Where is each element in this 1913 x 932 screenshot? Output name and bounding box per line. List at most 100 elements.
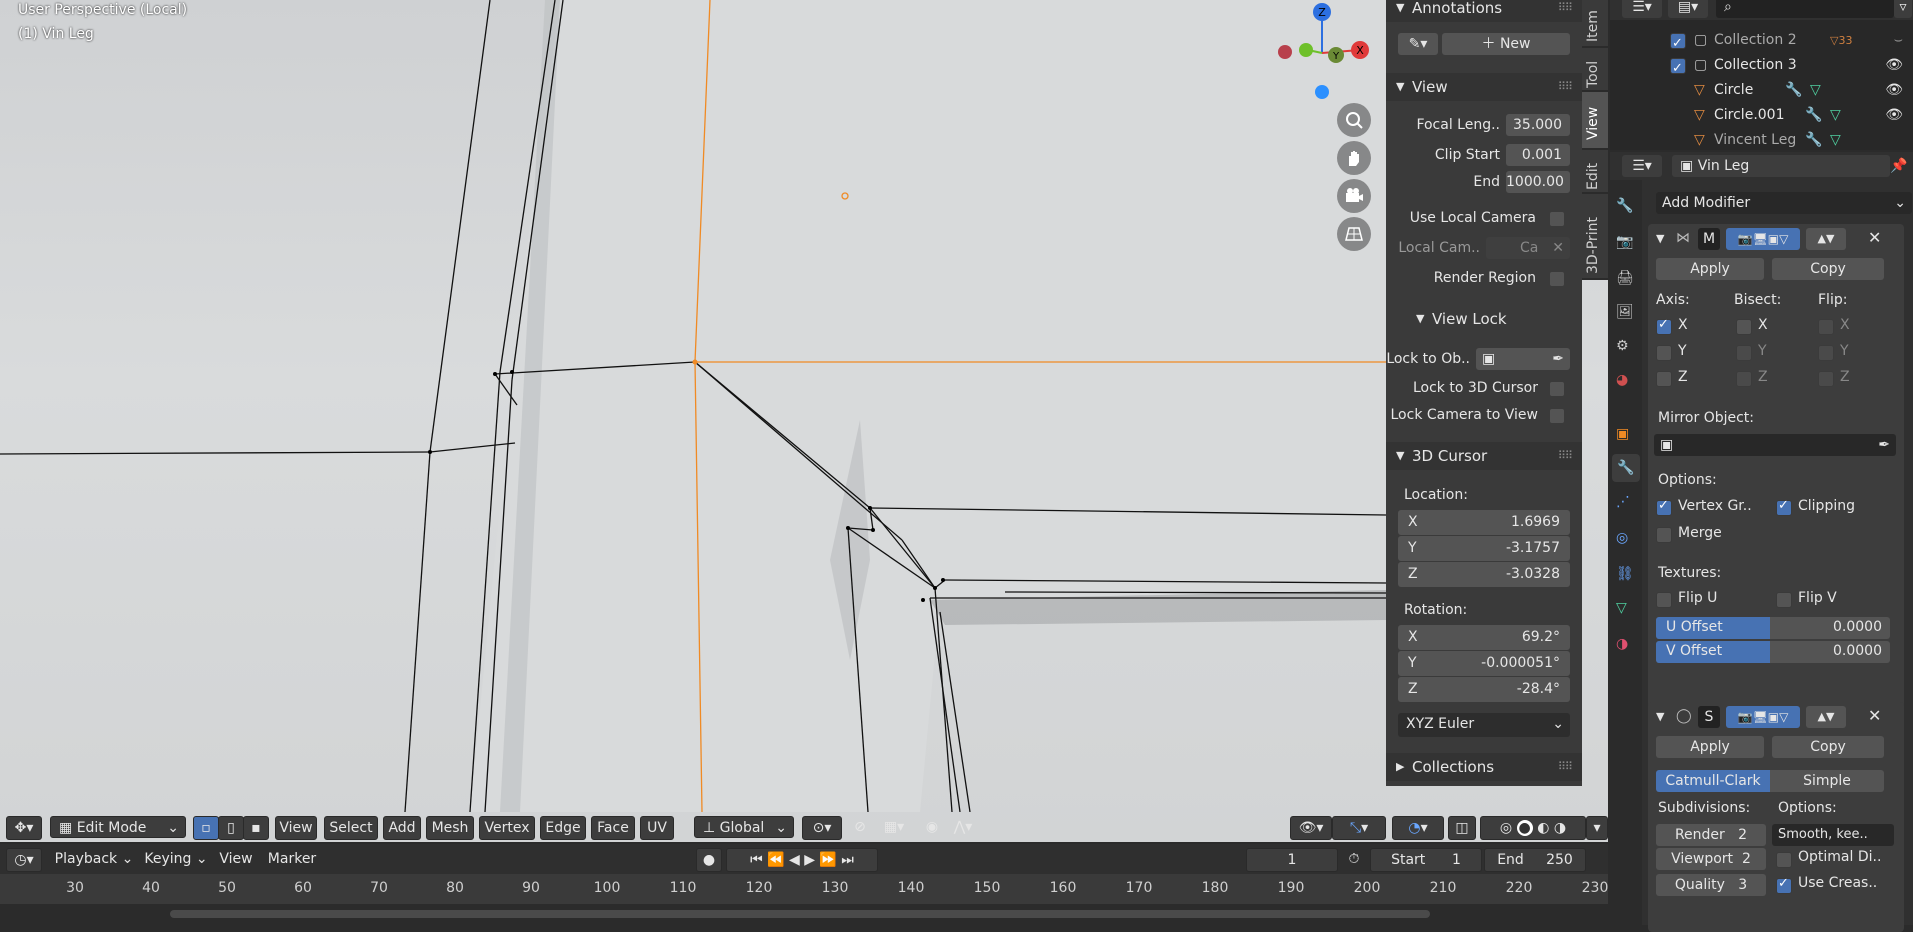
modifier-visibility-toggles[interactable]: 📷🖥▣▽ bbox=[1726, 228, 1800, 250]
merge-checkbox[interactable] bbox=[1656, 527, 1672, 543]
eyedropper-icon[interactable]: ✒ bbox=[1552, 348, 1564, 370]
flip-v-checkbox[interactable] bbox=[1776, 592, 1792, 608]
face-select-button[interactable]: ▪ bbox=[243, 816, 269, 840]
optimal-display-checkbox[interactable] bbox=[1776, 852, 1792, 868]
data-tab-icon[interactable]: ▽ bbox=[1616, 600, 1627, 616]
eye-icon[interactable]: 👁 bbox=[1885, 103, 1903, 128]
move-modifier-buttons[interactable]: ▲▼ bbox=[1806, 706, 1846, 728]
lock-to-cursor-checkbox[interactable] bbox=[1549, 381, 1565, 397]
overlay-toggle[interactable]: ◔▾ bbox=[1392, 816, 1444, 840]
tool-tab-icon[interactable]: 🔧 bbox=[1616, 198, 1633, 214]
render-tab-icon[interactable]: 📷 bbox=[1616, 234, 1633, 250]
menu-vertex[interactable]: Vertex bbox=[479, 816, 535, 840]
perspective-grid-icon[interactable] bbox=[1337, 217, 1371, 251]
cursor-location-x[interactable]: X 1.6969 bbox=[1398, 510, 1570, 535]
render-region-checkbox[interactable] bbox=[1549, 271, 1565, 287]
transform-orientation-dropdown[interactable]: ⊥ Global ⌄ bbox=[694, 816, 794, 838]
timeline-editor-type[interactable]: ◷▾ bbox=[6, 848, 42, 872]
uv-smooth-dropdown[interactable]: Smooth, kee.. bbox=[1772, 824, 1894, 846]
pivot-point-button[interactable]: ⊙▾ bbox=[802, 816, 842, 840]
viewport-levels-field[interactable]: Viewport 2 bbox=[1656, 848, 1766, 870]
cursor-location-z[interactable]: Z -3.0328 bbox=[1398, 562, 1570, 587]
axis-z-checkbox[interactable] bbox=[1656, 371, 1672, 387]
collapse-arrow-icon[interactable]: ▼ bbox=[1656, 710, 1664, 723]
exclude-checkbox[interactable] bbox=[1670, 56, 1686, 81]
copy-button[interactable]: Copy bbox=[1772, 258, 1884, 280]
modifier-name-field[interactable]: M bbox=[1698, 228, 1720, 250]
clip-start-field[interactable]: 0.001 bbox=[1506, 144, 1570, 166]
cursor-rotation-x[interactable]: X 69.2° bbox=[1398, 625, 1570, 650]
vertex-select-button[interactable]: ▫ bbox=[193, 816, 219, 840]
quality-field[interactable]: Quality 3 bbox=[1656, 874, 1766, 896]
zoom-icon[interactable] bbox=[1337, 103, 1371, 137]
mode-dropdown[interactable]: ▦ Edit Mode ⌄ bbox=[50, 816, 186, 838]
flip-x-checkbox[interactable] bbox=[1818, 319, 1834, 335]
clipping-checkbox[interactable] bbox=[1776, 498, 1792, 516]
properties-editor-type[interactable]: ☰▾ bbox=[1622, 155, 1662, 177]
outliner-row-vincent-leg[interactable]: ▽ Vincent Leg 🔧 ▽ bbox=[1610, 128, 1913, 150]
output-tab-icon[interactable]: 🖨 bbox=[1616, 270, 1634, 286]
eye-icon[interactable]: ⌣ bbox=[1894, 28, 1903, 53]
outliner-row-collection-2[interactable]: ▢ Collection 2 ▽33 ⌣ bbox=[1610, 28, 1913, 56]
clear-x-icon[interactable]: ✕ bbox=[1552, 237, 1564, 259]
focal-length-field[interactable]: 35.000 bbox=[1506, 114, 1570, 136]
lock-to-object-field[interactable]: ▣ ✒ bbox=[1476, 348, 1570, 370]
object-tab-icon[interactable]: ▣ bbox=[1616, 426, 1629, 442]
constraints-tab-icon[interactable]: ⛓ bbox=[1616, 566, 1634, 582]
lock-camera-checkbox[interactable] bbox=[1549, 408, 1565, 424]
gizmo-x-label[interactable]: X bbox=[1356, 44, 1364, 57]
view-lock-header[interactable]: ▼ View Lock bbox=[1386, 305, 1582, 333]
cursor-location-y[interactable]: Y -3.1757 bbox=[1398, 536, 1570, 561]
menu-face[interactable]: Face bbox=[591, 816, 635, 840]
current-frame-field[interactable]: 1 bbox=[1246, 848, 1338, 872]
stopwatch-icon[interactable]: ⏱ bbox=[1342, 848, 1366, 870]
tab-view[interactable]: View bbox=[1582, 92, 1608, 148]
eye-icon[interactable]: 👁 bbox=[1885, 53, 1903, 78]
display-mode-dropdown[interactable]: ▤▾ bbox=[1668, 0, 1708, 18]
axis-y-checkbox[interactable] bbox=[1656, 345, 1672, 361]
add-modifier-dropdown[interactable]: Add Modifier ⌄ bbox=[1656, 192, 1912, 214]
pan-hand-icon[interactable] bbox=[1337, 141, 1371, 175]
outliner-editor-type[interactable]: ☰▾ bbox=[1622, 0, 1662, 18]
menu-uv[interactable]: UV bbox=[640, 816, 674, 840]
mirror-object-field[interactable]: ▣ ✒ bbox=[1654, 434, 1896, 456]
pin-icon[interactable]: 📌 bbox=[1890, 158, 1907, 174]
annotation-new-button[interactable]: ＋ New bbox=[1442, 33, 1570, 55]
menu-view[interactable]: View bbox=[275, 816, 317, 840]
view-layer-tab-icon[interactable]: 🖼 bbox=[1616, 304, 1634, 320]
render-levels-field[interactable]: Render 2 bbox=[1656, 824, 1766, 846]
menu-mesh[interactable]: Mesh bbox=[426, 816, 474, 840]
apply-button[interactable]: Apply bbox=[1656, 736, 1764, 758]
use-local-camera-checkbox[interactable] bbox=[1549, 211, 1565, 227]
use-crease-checkbox[interactable] bbox=[1776, 876, 1792, 894]
menu-playback[interactable]: Playback ⌄ bbox=[52, 848, 136, 870]
timeline-scrollbar[interactable] bbox=[170, 910, 1430, 918]
modifier-tab-icon[interactable]: 🔧 bbox=[1612, 454, 1640, 482]
annotation-tool-dropdown[interactable]: ✎▾ bbox=[1398, 33, 1438, 55]
scene-tab-icon[interactable]: ⚙ bbox=[1616, 338, 1629, 354]
start-frame-field[interactable]: Start 1 bbox=[1370, 848, 1482, 872]
menu-select[interactable]: Select bbox=[324, 816, 378, 840]
cursor-rotation-y[interactable]: Y -0.000051° bbox=[1398, 651, 1570, 676]
simple-button[interactable]: Simple bbox=[1770, 770, 1884, 792]
falloff-icon[interactable]: ⋀▾ bbox=[948, 816, 978, 838]
collapse-arrow-icon[interactable]: ▼ bbox=[1656, 232, 1664, 245]
record-button[interactable]: ● bbox=[696, 848, 722, 872]
timeline-ruler[interactable]: 30 40 50 60 70 80 90 100 110 120 130 140 150 160 170 18… bbox=[0, 874, 1608, 904]
outliner-search-input[interactable]: ⌕ bbox=[1716, 0, 1894, 18]
drag-grip-icon[interactable]: ⠿⠿ bbox=[1558, 753, 1573, 781]
move-modifier-buttons[interactable]: ▲▼ bbox=[1806, 228, 1846, 250]
flip-z-checkbox[interactable] bbox=[1818, 371, 1834, 387]
collections-header[interactable]: ▶ Collections ⠿⠿ bbox=[1386, 753, 1582, 781]
apply-button[interactable]: Apply bbox=[1656, 258, 1764, 280]
bisect-z-checkbox[interactable] bbox=[1736, 371, 1752, 387]
v-offset-slider[interactable]: V Offset 0.0000 bbox=[1656, 641, 1890, 663]
copy-button[interactable]: Copy bbox=[1772, 736, 1884, 758]
shading-mode-group[interactable]: ◎ ● ◐ ◑ bbox=[1480, 816, 1586, 840]
3d-viewport[interactable]: User Perspective (Local) (1) Vin Leg Z X… bbox=[0, 0, 1608, 842]
menu-timeline-view[interactable]: View bbox=[216, 848, 256, 870]
bisect-x-checkbox[interactable] bbox=[1736, 319, 1752, 335]
modifier-name-field[interactable]: S bbox=[1698, 706, 1720, 728]
shading-options-dropdown[interactable]: ▾ bbox=[1586, 816, 1608, 840]
drag-grip-icon[interactable]: ⠿⠿ bbox=[1558, 73, 1573, 101]
